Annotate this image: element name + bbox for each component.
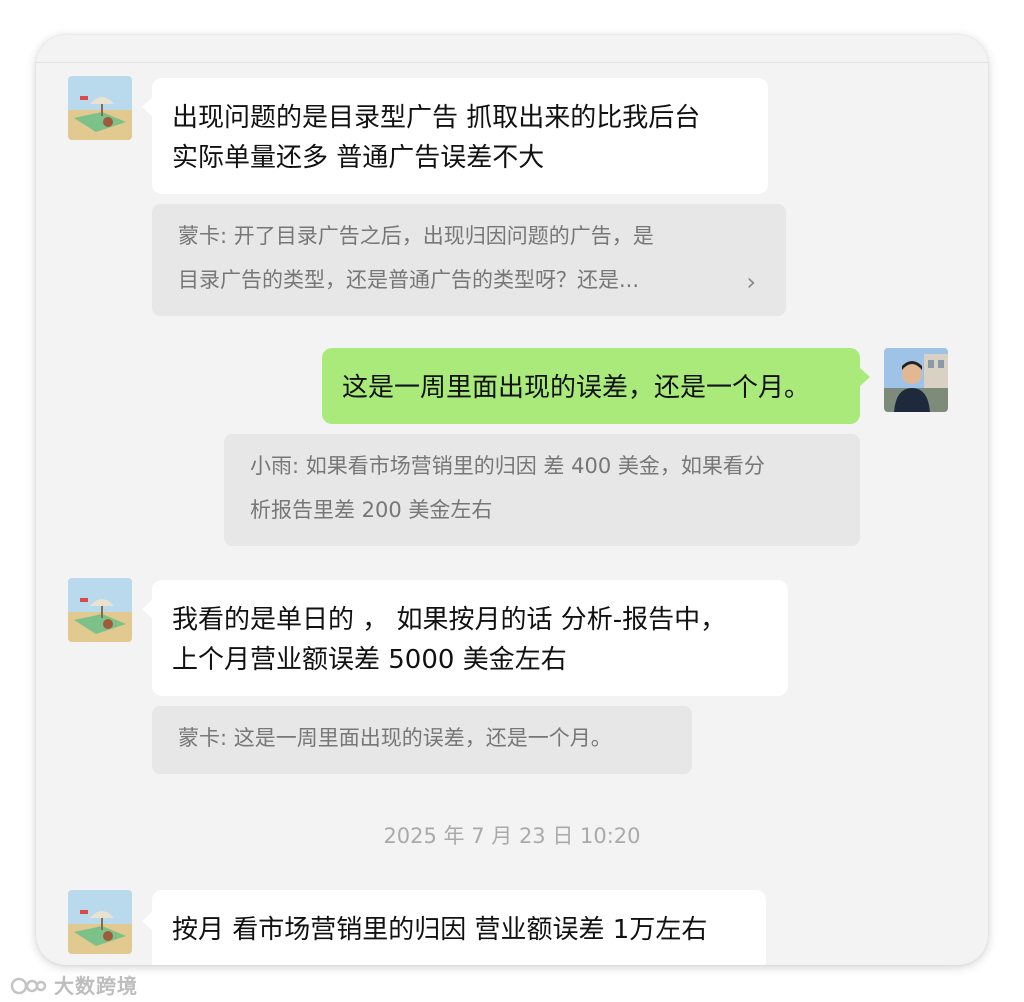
beach-avatar-icon <box>68 76 132 140</box>
watermark: 大数跨境 <box>10 970 138 999</box>
message-bubble[interactable]: 出现问题的是目录型广告 抓取出来的比我后台 实际单量还多 普通广告误差不大 <box>152 78 768 194</box>
bubble-tail <box>142 98 152 116</box>
quote-line: 蒙卡: 开了目录广告之后，出现归因问题的广告，是 <box>178 224 654 248</box>
quoted-message[interactable]: 蒙卡: 开了目录广告之后，出现归因问题的广告，是 目录广告的类型，还是普通广告的… <box>152 204 786 316</box>
chat-window: 出现问题的是目录型广告 抓取出来的比我后台 实际单量还多 普通广告误差不大 蒙卡… <box>36 35 988 965</box>
message-line: 我看的是单日的 ， 如果按月的话 分析-报告中， <box>172 605 727 635</box>
message-line: 按月 看市场营销里的归因 营业额误差 1万左右 <box>172 915 708 945</box>
message-bubble[interactable]: 按月 看市场营销里的归因 营业额误差 1万左右 <box>152 890 766 965</box>
message-line: 这是一周里面出现的误差，还是一个月。 <box>342 373 811 403</box>
beach-avatar-icon <box>68 578 132 642</box>
quote-line: 蒙卡: 这是一周里面出现的误差，还是一个月。 <box>178 726 612 750</box>
person-avatar-icon <box>884 348 948 412</box>
bubble-tail <box>860 368 870 386</box>
contact-avatar[interactable] <box>68 76 132 140</box>
message-bubble[interactable]: 我看的是单日的 ， 如果按月的话 分析-报告中， 上个月营业额误差 5000 美… <box>152 580 788 696</box>
bubble-tail <box>142 600 152 618</box>
contact-avatar[interactable] <box>68 890 132 954</box>
timestamp: 2025 年 7 月 23 日 10:20 <box>383 824 641 848</box>
contact-avatar[interactable] <box>68 578 132 642</box>
watermark-text: 大数跨境 <box>53 974 138 998</box>
chevron-right-icon[interactable]: › <box>746 260 756 304</box>
quoted-message[interactable]: 蒙卡: 这是一周里面出现的误差，还是一个月。 <box>152 706 692 774</box>
header-divider <box>36 62 988 63</box>
beach-avatar-icon <box>68 890 132 954</box>
quote-line: 析报告里差 200 美金左右 <box>250 498 493 522</box>
self-avatar[interactable] <box>884 348 948 412</box>
quote-line: 目录广告的类型，还是普通广告的类型呀？还是... <box>178 268 640 292</box>
watermark-logo-icon <box>10 977 46 995</box>
quote-line: 小雨: 如果看市场营销里的归因 差 400 美金，如果看分 <box>250 454 765 478</box>
message-line: 出现问题的是目录型广告 抓取出来的比我后台 <box>172 103 701 133</box>
bubble-tail <box>142 912 152 930</box>
message-bubble-self[interactable]: 这是一周里面出现的误差，还是一个月。 <box>322 348 860 424</box>
quoted-message[interactable]: 小雨: 如果看市场营销里的归因 差 400 美金，如果看分 析报告里差 200 … <box>224 434 860 546</box>
message-line: 实际单量还多 普通广告误差不大 <box>172 143 545 173</box>
message-line: 上个月营业额误差 5000 美金左右 <box>172 645 567 675</box>
